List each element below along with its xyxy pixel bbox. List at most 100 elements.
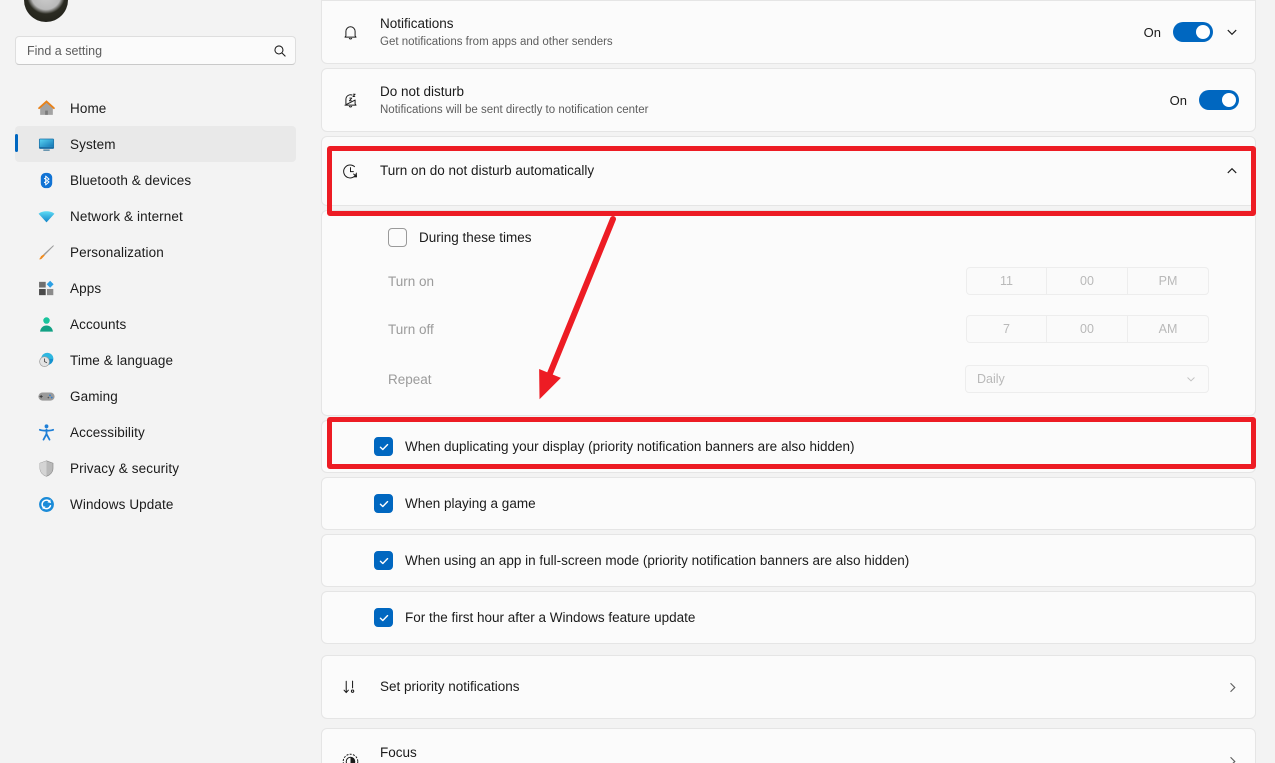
- turn-on-meridiem[interactable]: PM: [1128, 267, 1209, 295]
- toggle-knob: [1196, 25, 1210, 39]
- auto-dnd-title: Turn on do not disturb automatically: [380, 163, 595, 178]
- sidebar-item-label: Gaming: [70, 388, 118, 404]
- sidebar-item-label: Home: [70, 100, 107, 116]
- avatar[interactable]: [24, 0, 68, 22]
- turn-off-minute[interactable]: 00: [1047, 315, 1128, 343]
- sidebar-item-label: Apps: [70, 280, 102, 296]
- sidebar-item-gaming[interactable]: Gaming: [15, 378, 296, 414]
- search-icon: [274, 44, 286, 57]
- sidebar-item-label: Personalization: [70, 244, 164, 260]
- notifications-toggle-label: On: [1143, 24, 1161, 40]
- chevron-up-icon[interactable]: [1225, 164, 1239, 178]
- focus-icon: [336, 747, 364, 763]
- sidebar-item-time-language[interactable]: Time & language: [15, 342, 296, 378]
- accessibility-icon: [38, 423, 55, 441]
- auto-rule-row[interactable]: When playing a game: [322, 478, 1255, 529]
- sidebar-nav: Home System Bluetooth & devices Network …: [15, 90, 296, 522]
- turn-off-meridiem[interactable]: AM: [1128, 315, 1209, 343]
- sidebar-item-accessibility[interactable]: Accessibility: [15, 414, 296, 450]
- sidebar-item-bluetooth-devices[interactable]: Bluetooth & devices: [15, 162, 296, 198]
- notifications-text: Notifications Get notifications from app…: [380, 15, 1144, 50]
- sidebar-item-home[interactable]: Home: [15, 90, 296, 126]
- auto-rule-checkbox[interactable]: [374, 494, 393, 513]
- chevron-right-icon: [1230, 756, 1236, 763]
- auto-rule-checkbox[interactable]: [374, 551, 393, 570]
- do-not-disturb-subtitle: Notifications will be sent directly to n…: [380, 103, 649, 116]
- priority-icon: [336, 673, 364, 701]
- paintbrush-icon: [39, 244, 54, 259]
- auto-rule-card-1: When playing a game: [321, 477, 1256, 530]
- sidebar-item-system[interactable]: System: [15, 126, 296, 162]
- do-not-disturb-title: Do not disturb: [380, 83, 465, 99]
- turn-on-time-group: 11 00 PM: [966, 267, 1209, 295]
- apps-icon: [39, 280, 54, 295]
- notifications-card: Notifications Get notifications from app…: [321, 0, 1256, 64]
- auto-rule-checkbox[interactable]: [374, 608, 393, 627]
- auto-rule-card-3: For the first hour after a Windows featu…: [321, 591, 1256, 644]
- do-not-disturb-row[interactable]: Do not disturb Notifications will be sen…: [322, 69, 1255, 131]
- gamepad-icon: [38, 392, 55, 401]
- settings-content: Notifications Get notifications from app…: [320, 0, 1275, 763]
- sidebar-item-label: System: [70, 136, 116, 152]
- do-not-disturb-toggle[interactable]: [1199, 90, 1239, 110]
- repeat-select[interactable]: Daily: [965, 365, 1209, 393]
- update-icon: [39, 496, 54, 512]
- sidebar-item-apps[interactable]: Apps: [15, 270, 296, 306]
- auto-rule-checkbox[interactable]: [374, 437, 393, 456]
- notifications-controls: On: [1144, 22, 1239, 42]
- sidebar-item-network-internet[interactable]: Network & internet: [15, 198, 296, 234]
- notifications-row[interactable]: Notifications Get notifications from app…: [322, 1, 1255, 63]
- auto-dnd-schedule-body: During these times Turn on 11 00 PM Turn…: [322, 211, 1255, 415]
- notifications-subtitle: Get notifications from apps and other se…: [380, 35, 613, 48]
- notifications-toggle[interactable]: [1173, 22, 1213, 42]
- bell-icon: [336, 18, 364, 46]
- focus-text: Focus Session duration, hide badges on a…: [380, 744, 1226, 763]
- auto-dnd-controls: [1225, 164, 1239, 178]
- set-priority-notifications-title: Set priority notifications: [380, 679, 520, 694]
- check-icon: [379, 614, 388, 621]
- chevron-right-icon: [1230, 682, 1236, 692]
- auto-rule-label: When duplicating your display (priority …: [405, 439, 855, 454]
- toggle-knob: [1222, 93, 1236, 107]
- check-icon: [379, 443, 388, 450]
- sidebar: Home System: [0, 0, 320, 763]
- during-these-times-row[interactable]: During these times: [336, 217, 1239, 257]
- auto-dnd-header-row[interactable]: Turn on do not disturb automatically: [322, 137, 1255, 205]
- sidebar-item-label: Privacy & security: [70, 460, 180, 476]
- turn-on-minute[interactable]: 00: [1047, 267, 1128, 295]
- turn-off-hour[interactable]: 7: [966, 315, 1047, 343]
- sidebar-item-label: Bluetooth & devices: [70, 172, 192, 188]
- turn-on-row: Turn on 11 00 PM: [336, 257, 1239, 305]
- auto-dnd-card: Turn on do not disturb automatically: [321, 136, 1256, 206]
- clock-arrow-icon: [336, 157, 364, 185]
- auto-rule-row[interactable]: When using an app in full-screen mode (p…: [322, 535, 1255, 586]
- set-priority-notifications-card[interactable]: Set priority notifications: [321, 655, 1256, 719]
- sidebar-item-windows-update[interactable]: Windows Update: [15, 486, 296, 522]
- set-priority-notifications-row[interactable]: Set priority notifications: [322, 656, 1255, 718]
- clock-globe-icon: [39, 352, 54, 367]
- turn-on-hour[interactable]: 11: [966, 267, 1047, 295]
- turn-off-time-group: 7 00 AM: [966, 315, 1209, 343]
- auto-rule-label: For the first hour after a Windows featu…: [405, 610, 696, 625]
- auto-rule-label: When playing a game: [405, 496, 536, 511]
- turn-off-row: Turn off 7 00 AM: [336, 305, 1239, 353]
- search-input[interactable]: [27, 43, 273, 58]
- sidebar-item-privacy-security[interactable]: Privacy & security: [15, 450, 296, 486]
- settings-window: Home System: [0, 0, 1275, 763]
- notifications-title: Notifications: [380, 15, 454, 31]
- focus-title: Focus: [380, 744, 417, 760]
- chevron-down-icon[interactable]: [1225, 25, 1239, 39]
- focus-card[interactable]: Focus Session duration, hide badges on a…: [321, 728, 1256, 763]
- focus-row[interactable]: Focus Session duration, hide badges on a…: [322, 729, 1255, 763]
- sidebar-item-accounts[interactable]: Accounts: [15, 306, 296, 342]
- sidebar-item-label: Network & internet: [70, 208, 183, 224]
- check-icon: [379, 557, 388, 564]
- auto-rule-row[interactable]: For the first hour after a Windows featu…: [322, 592, 1255, 643]
- chevron-down-icon: [1187, 377, 1195, 382]
- sidebar-item-personalization[interactable]: Personalization: [15, 234, 296, 270]
- during-these-times-checkbox[interactable]: [388, 227, 407, 247]
- search-box[interactable]: [15, 36, 296, 65]
- auto-rule-row[interactable]: When duplicating your display (priority …: [322, 421, 1255, 472]
- wifi-icon: [38, 210, 55, 222]
- do-not-disturb-text: Do not disturb Notifications will be sen…: [380, 83, 1170, 118]
